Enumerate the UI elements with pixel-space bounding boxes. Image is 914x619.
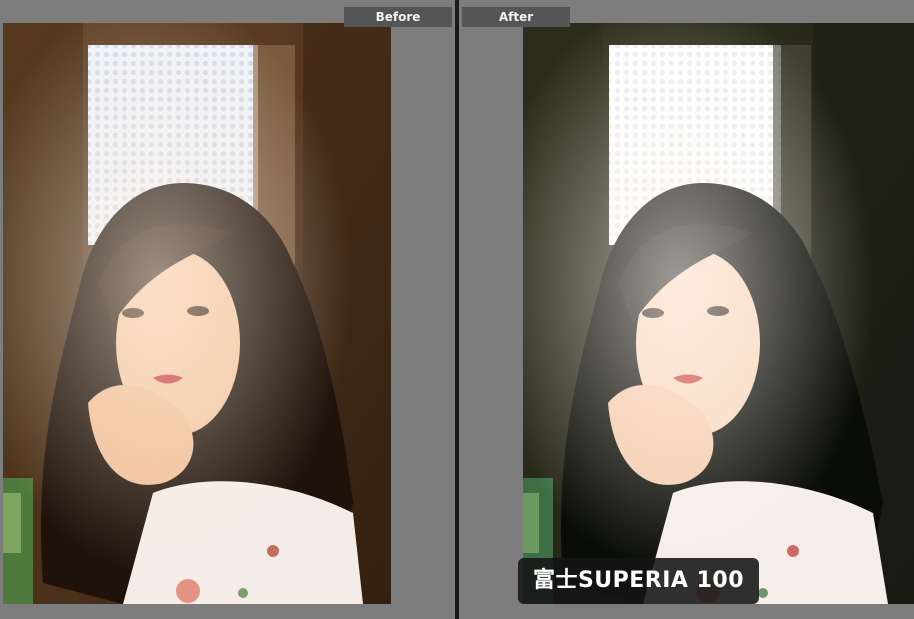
after-panel: After	[459, 0, 914, 619]
preset-name-badge: 富士SUPERIA 100	[518, 558, 759, 604]
portrait-photo-icon	[3, 23, 391, 604]
before-label: Before	[344, 7, 452, 27]
after-label: After	[462, 7, 570, 27]
after-photo	[523, 23, 914, 604]
before-panel: Before	[0, 0, 455, 619]
before-photo	[3, 23, 391, 604]
portrait-photo-icon	[523, 23, 914, 604]
